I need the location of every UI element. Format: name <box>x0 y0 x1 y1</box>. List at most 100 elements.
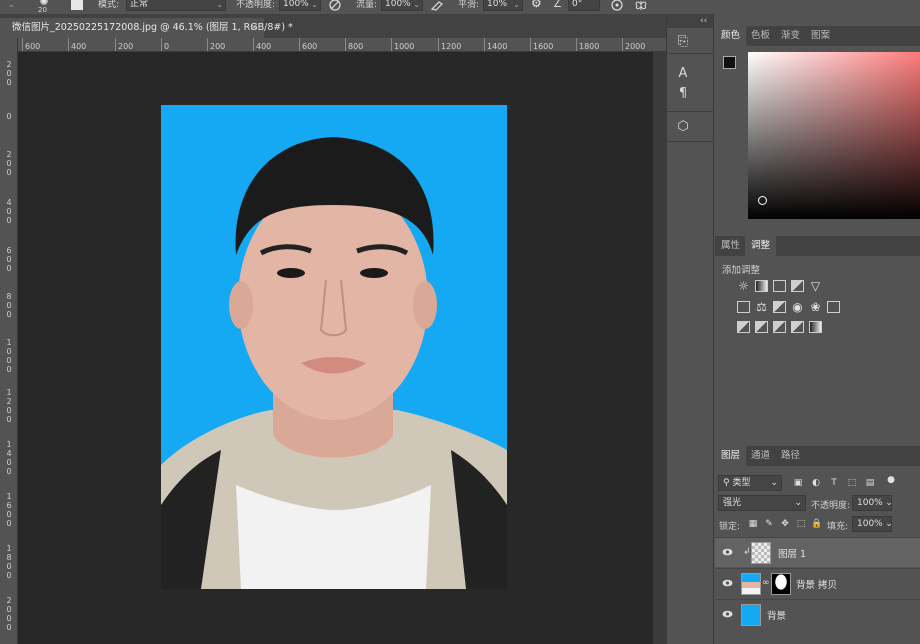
layer-name[interactable]: 背景 <box>767 608 786 622</box>
curves-icon[interactable] <box>773 280 786 292</box>
hue-saturation-icon[interactable] <box>737 301 750 313</box>
document-canvas[interactable] <box>18 52 653 644</box>
selective-color-icon[interactable] <box>791 321 804 333</box>
layer-filter-select[interactable]: ⚲ 类型 ⌄ <box>718 475 782 491</box>
black-white-icon[interactable] <box>773 301 786 313</box>
opacity-input[interactable]: 100% ⌄ <box>279 0 321 11</box>
layer-name[interactable]: 图层 1 <box>778 546 806 560</box>
adjustment-row-3 <box>737 321 827 335</box>
close-icon[interactable]: × <box>250 18 258 38</box>
mode-select[interactable]: 正常 ⌄ <box>126 0 226 11</box>
filter-pixel-icon[interactable]: ▣ <box>792 477 804 489</box>
brush-panel-icon <box>71 0 83 10</box>
tab-patterns[interactable]: 图案 <box>805 26 836 46</box>
airbrush-icon <box>430 1 443 11</box>
ruler-major-tick <box>161 38 162 51</box>
filter-smart-object-icon[interactable]: ▤ <box>864 477 876 489</box>
foreground-background-swatch[interactable] <box>723 56 745 78</box>
foreground-color[interactable] <box>723 56 736 69</box>
tab-color[interactable]: 颜色 <box>715 26 747 46</box>
layer-thumbnail <box>741 573 761 595</box>
gradient-map-icon[interactable] <box>809 321 822 333</box>
filter-shape-icon[interactable]: ⬚ <box>846 477 858 489</box>
history-icon[interactable]: ⎘ <box>675 34 691 50</box>
tab-gradients[interactable]: 渐变 <box>775 26 806 46</box>
mode-label: 模式: <box>98 0 120 10</box>
lock-artboard-icon[interactable]: ⬚ <box>795 518 807 530</box>
tab-paths[interactable]: 路径 <box>775 446 806 466</box>
angle-input[interactable]: 0° <box>568 0 600 11</box>
posterize-icon[interactable] <box>755 321 768 333</box>
tab-layers[interactable]: 图层 <box>715 446 747 466</box>
adjustment-row-2: ⚖ ◉ ❀ <box>737 301 845 315</box>
channel-mixer-icon[interactable]: ❀ <box>809 301 822 313</box>
layer-row[interactable]: 背景 <box>715 599 920 629</box>
flow-input[interactable]: 100% ⌄ <box>381 0 423 11</box>
layer-row[interactable]: ∞ 背景 拷贝 <box>715 568 920 598</box>
levels-icon[interactable] <box>755 280 768 292</box>
color-picker-cursor[interactable] <box>758 196 767 205</box>
ruler-label: 400 <box>6 198 12 225</box>
canvas-vertical-scrollbar[interactable] <box>653 52 666 644</box>
smoothing-input[interactable]: 10% ⌄ <box>483 0 523 11</box>
visibility-eye-icon[interactable] <box>722 548 733 556</box>
tab-properties[interactable]: 属性 <box>715 236 746 256</box>
lock-all-icon[interactable]: 🔒 <box>811 518 823 530</box>
lock-image-icon[interactable]: ✎ <box>763 518 775 530</box>
layer-row[interactable]: ↲ 图层 1 <box>715 537 920 567</box>
portrait-illustration <box>161 137 507 589</box>
tab-channels[interactable]: 通道 <box>745 446 776 466</box>
visibility-eye-icon[interactable] <box>722 610 733 618</box>
chevron-down-icon[interactable]: ⌄ <box>883 497 895 509</box>
gear-icon: ⚙ <box>531 0 542 10</box>
ruler-label: 800 <box>348 42 364 51</box>
brightness-icon[interactable]: ☼ <box>737 280 750 292</box>
photo-filter-icon[interactable]: ◉ <box>791 301 804 313</box>
ruler-label: 400 <box>256 42 272 51</box>
threshold-icon[interactable] <box>773 321 786 333</box>
type-group: A ¶ <box>667 54 713 112</box>
chevron-down-icon: ⌄ <box>513 0 520 9</box>
pressure-size-button[interactable] <box>610 0 624 14</box>
filter-toggle-icon[interactable]: ● <box>885 474 897 486</box>
character-icon[interactable]: A <box>675 66 691 82</box>
layer-mask-thumbnail[interactable] <box>771 573 791 595</box>
color-lookup-icon[interactable] <box>827 301 840 313</box>
paragraph-icon[interactable]: ¶ <box>675 86 691 102</box>
invert-icon[interactable] <box>737 321 750 333</box>
layer-opacity-label: 不透明度: <box>811 501 851 511</box>
collapse-panels-icon[interactable]: ‹‹ <box>700 16 707 26</box>
tool-preset-picker[interactable]: ⌄ <box>0 0 20 14</box>
filter-type-icon[interactable]: T <box>828 477 840 489</box>
ruler-label: 600 <box>6 246 12 273</box>
tab-swatches[interactable]: 色板 <box>745 26 776 46</box>
brush-size-picker[interactable]: 20 <box>34 0 56 14</box>
symmetry-button[interactable] <box>634 0 648 14</box>
smoothing-label: 平滑: <box>458 0 480 10</box>
link-icon: ∞ <box>762 578 770 588</box>
ruler-label: 0 <box>6 112 12 121</box>
butterfly-icon <box>635 1 647 10</box>
lock-position-icon[interactable]: ✥ <box>779 518 791 530</box>
lock-transparent-icon[interactable]: ▦ <box>747 518 759 530</box>
exposure-icon[interactable] <box>791 280 804 292</box>
color-balance-icon[interactable]: ⚖ <box>755 301 768 313</box>
blend-mode-select[interactable]: 强光 ⌄ <box>718 495 806 511</box>
airbrush-button[interactable] <box>430 0 444 14</box>
document-tab[interactable]: 微信图片_20250225172008.jpg @ 46.1% (图层 1, R… <box>0 18 293 38</box>
chevron-down-icon[interactable]: ⌄ <box>883 518 895 530</box>
3d-group: ⬡ <box>667 112 713 142</box>
document-tab-bar: 微信图片_20250225172008.jpg @ 46.1% (图层 1, R… <box>0 14 666 38</box>
ruler-major-tick <box>576 38 577 51</box>
filter-adjustment-icon[interactable]: ◐ <box>810 477 822 489</box>
color-picker-field[interactable] <box>748 52 920 219</box>
3d-cube-icon[interactable]: ⬡ <box>675 119 691 135</box>
visibility-eye-icon[interactable] <box>722 579 733 587</box>
smoothing-settings-button[interactable]: ⚙ <box>531 0 545 14</box>
brush-panel-toggle[interactable] <box>70 0 84 14</box>
layer-opacity-value: 100% <box>857 498 883 508</box>
tab-adjustments[interactable]: 调整 <box>745 236 777 256</box>
pressure-opacity-button[interactable] <box>328 0 342 14</box>
layer-name[interactable]: 背景 拷贝 <box>796 577 837 591</box>
vibrance-icon[interactable]: ▽ <box>809 280 822 292</box>
